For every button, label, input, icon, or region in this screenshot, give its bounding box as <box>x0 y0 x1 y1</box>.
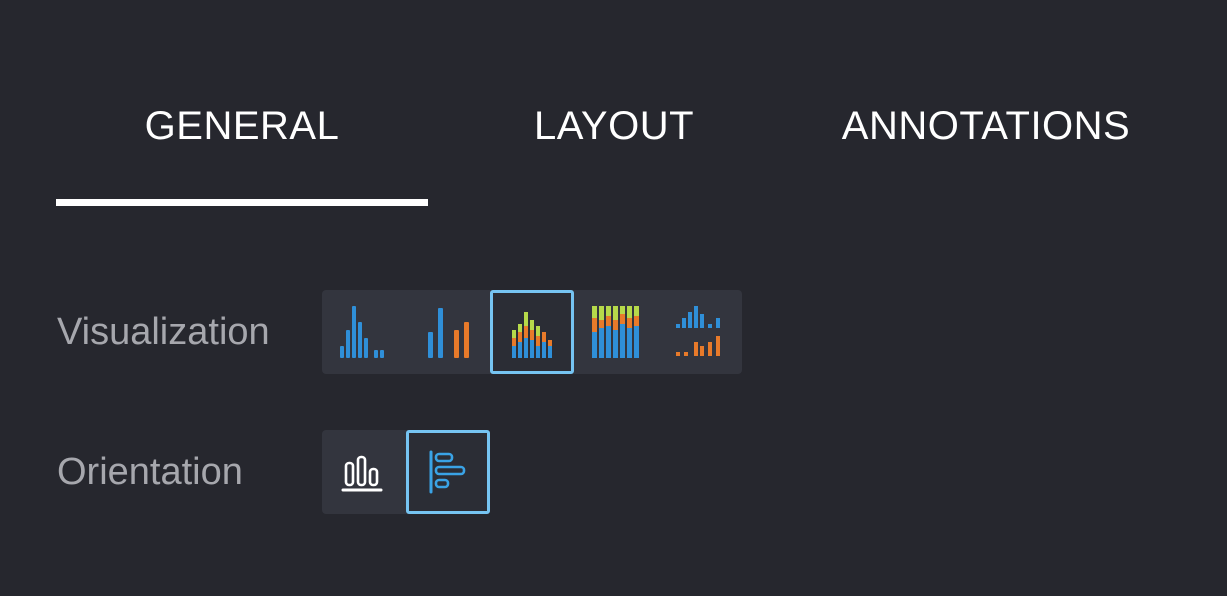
tab-annotations[interactable]: ANNOTATIONS <box>800 96 1172 156</box>
small-multiples-bars-icon <box>676 306 720 356</box>
orientation-option-horizontal[interactable] <box>406 430 490 514</box>
tab-layout[interactable]: LAYOUT <box>428 96 800 156</box>
viz-option-small-multiples[interactable] <box>658 290 742 374</box>
stacked-percent-bars-icon <box>592 306 639 358</box>
orientation-options <box>322 430 490 514</box>
visualization-options <box>322 290 742 374</box>
orientation-option-vertical[interactable] <box>322 430 406 514</box>
horizontal-bars-icon <box>429 450 466 494</box>
viz-option-stacked-percent[interactable] <box>574 290 658 374</box>
viz-option-grouped[interactable] <box>322 290 406 374</box>
visualization-label: Visualization <box>57 311 270 353</box>
viz-option-split[interactable] <box>406 290 490 374</box>
viz-option-stacked[interactable] <box>490 290 574 374</box>
tab-general[interactable]: GENERAL <box>56 96 428 156</box>
orientation-label: Orientation <box>57 451 243 493</box>
grouped-bars-blue-icon <box>340 306 384 358</box>
tab-bar: GENERAL LAYOUT ANNOTATIONS <box>0 0 1227 210</box>
stacked-bars-multicolor-icon <box>512 312 552 358</box>
vertical-bars-icon <box>341 455 383 492</box>
active-tab-indicator <box>56 199 428 206</box>
split-bars-blue-orange-icon <box>428 308 469 358</box>
